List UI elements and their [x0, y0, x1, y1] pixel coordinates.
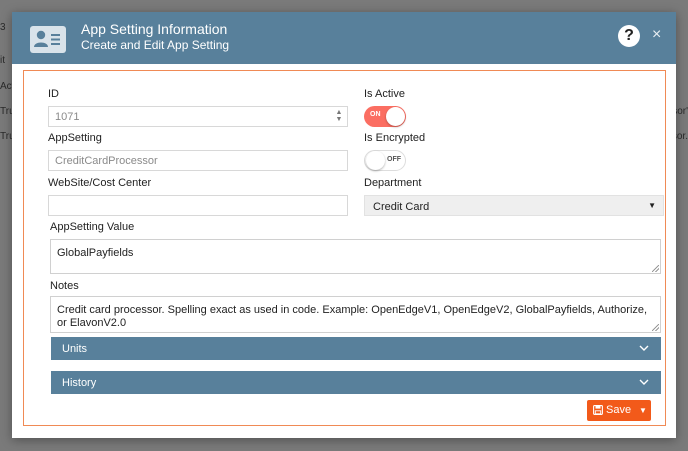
chevron-down-icon [639, 375, 649, 392]
chevron-down-icon [639, 341, 649, 358]
website-cost-center-label: WebSite/Cost Center [48, 177, 152, 189]
app-setting-field[interactable]: CreditCardProcessor [48, 150, 348, 171]
dialog-header: App Setting Information Create and Edit … [12, 12, 676, 64]
background-text: 3 [0, 22, 6, 33]
toggle-knob [386, 107, 405, 126]
app-setting-label: AppSetting [48, 132, 102, 144]
save-options-dropdown[interactable]: ▼ [635, 400, 651, 421]
toggle-state-text: ON [370, 111, 381, 118]
app-setting-value-label: AppSetting Value [50, 221, 135, 233]
notes-text: Credit card processor. Spelling exact as… [57, 304, 648, 329]
resize-handle[interactable] [652, 324, 659, 331]
id-field[interactable]: 1071 ▲ ▼ [48, 106, 348, 127]
is-active-label: Is Active [364, 88, 405, 100]
is-encrypted-label: Is Encrypted [364, 132, 426, 144]
help-button[interactable]: ? [618, 25, 640, 47]
units-section-header[interactable]: Units [51, 337, 661, 360]
dropdown-arrow-icon: ▼ [648, 201, 656, 210]
app-setting-placeholder: CreditCardProcessor [55, 155, 158, 167]
history-section-header[interactable]: History [51, 371, 661, 394]
dialog-title: App Setting Information [81, 21, 228, 37]
save-button[interactable]: Save [587, 400, 635, 421]
save-button-group: Save ▼ [587, 400, 651, 421]
is-active-toggle[interactable]: ON [364, 106, 406, 127]
history-section-label: History [62, 377, 97, 389]
website-cost-center-field[interactable] [48, 195, 348, 216]
resize-handle[interactable] [652, 265, 659, 272]
toggle-state-text: OFF [387, 156, 401, 163]
number-spinner[interactable]: ▲ ▼ [334, 109, 344, 124]
caret-down-icon: ▼ [639, 406, 647, 415]
id-value: 1071 [55, 111, 80, 123]
contact-card-icon [30, 26, 66, 53]
is-encrypted-toggle[interactable]: OFF [364, 150, 406, 171]
dialog-subtitle: Create and Edit App Setting [81, 38, 230, 52]
id-label: ID [48, 88, 59, 100]
save-button-label: Save [606, 404, 632, 416]
close-button[interactable]: × [652, 26, 661, 44]
department-select[interactable]: Credit Card ▼ [364, 195, 664, 216]
app-setting-value-text: GlobalPayfields [57, 247, 134, 259]
app-setting-value-textarea[interactable]: GlobalPayfields [50, 239, 661, 274]
department-selected-value: Credit Card [373, 201, 430, 213]
units-section-label: Units [62, 343, 88, 355]
notes-textarea[interactable]: Credit card processor. Spelling exact as… [50, 296, 661, 333]
toggle-knob [366, 151, 385, 170]
form-panel: ID 1071 ▲ ▼ Is Active ON AppSetting Credi… [23, 70, 666, 426]
notes-label: Notes [50, 280, 79, 292]
app-setting-dialog: App Setting Information Create and Edit … [12, 12, 676, 438]
background-text: it [0, 55, 5, 66]
floppy-disk-icon [593, 405, 603, 418]
department-label: Department [364, 177, 422, 189]
